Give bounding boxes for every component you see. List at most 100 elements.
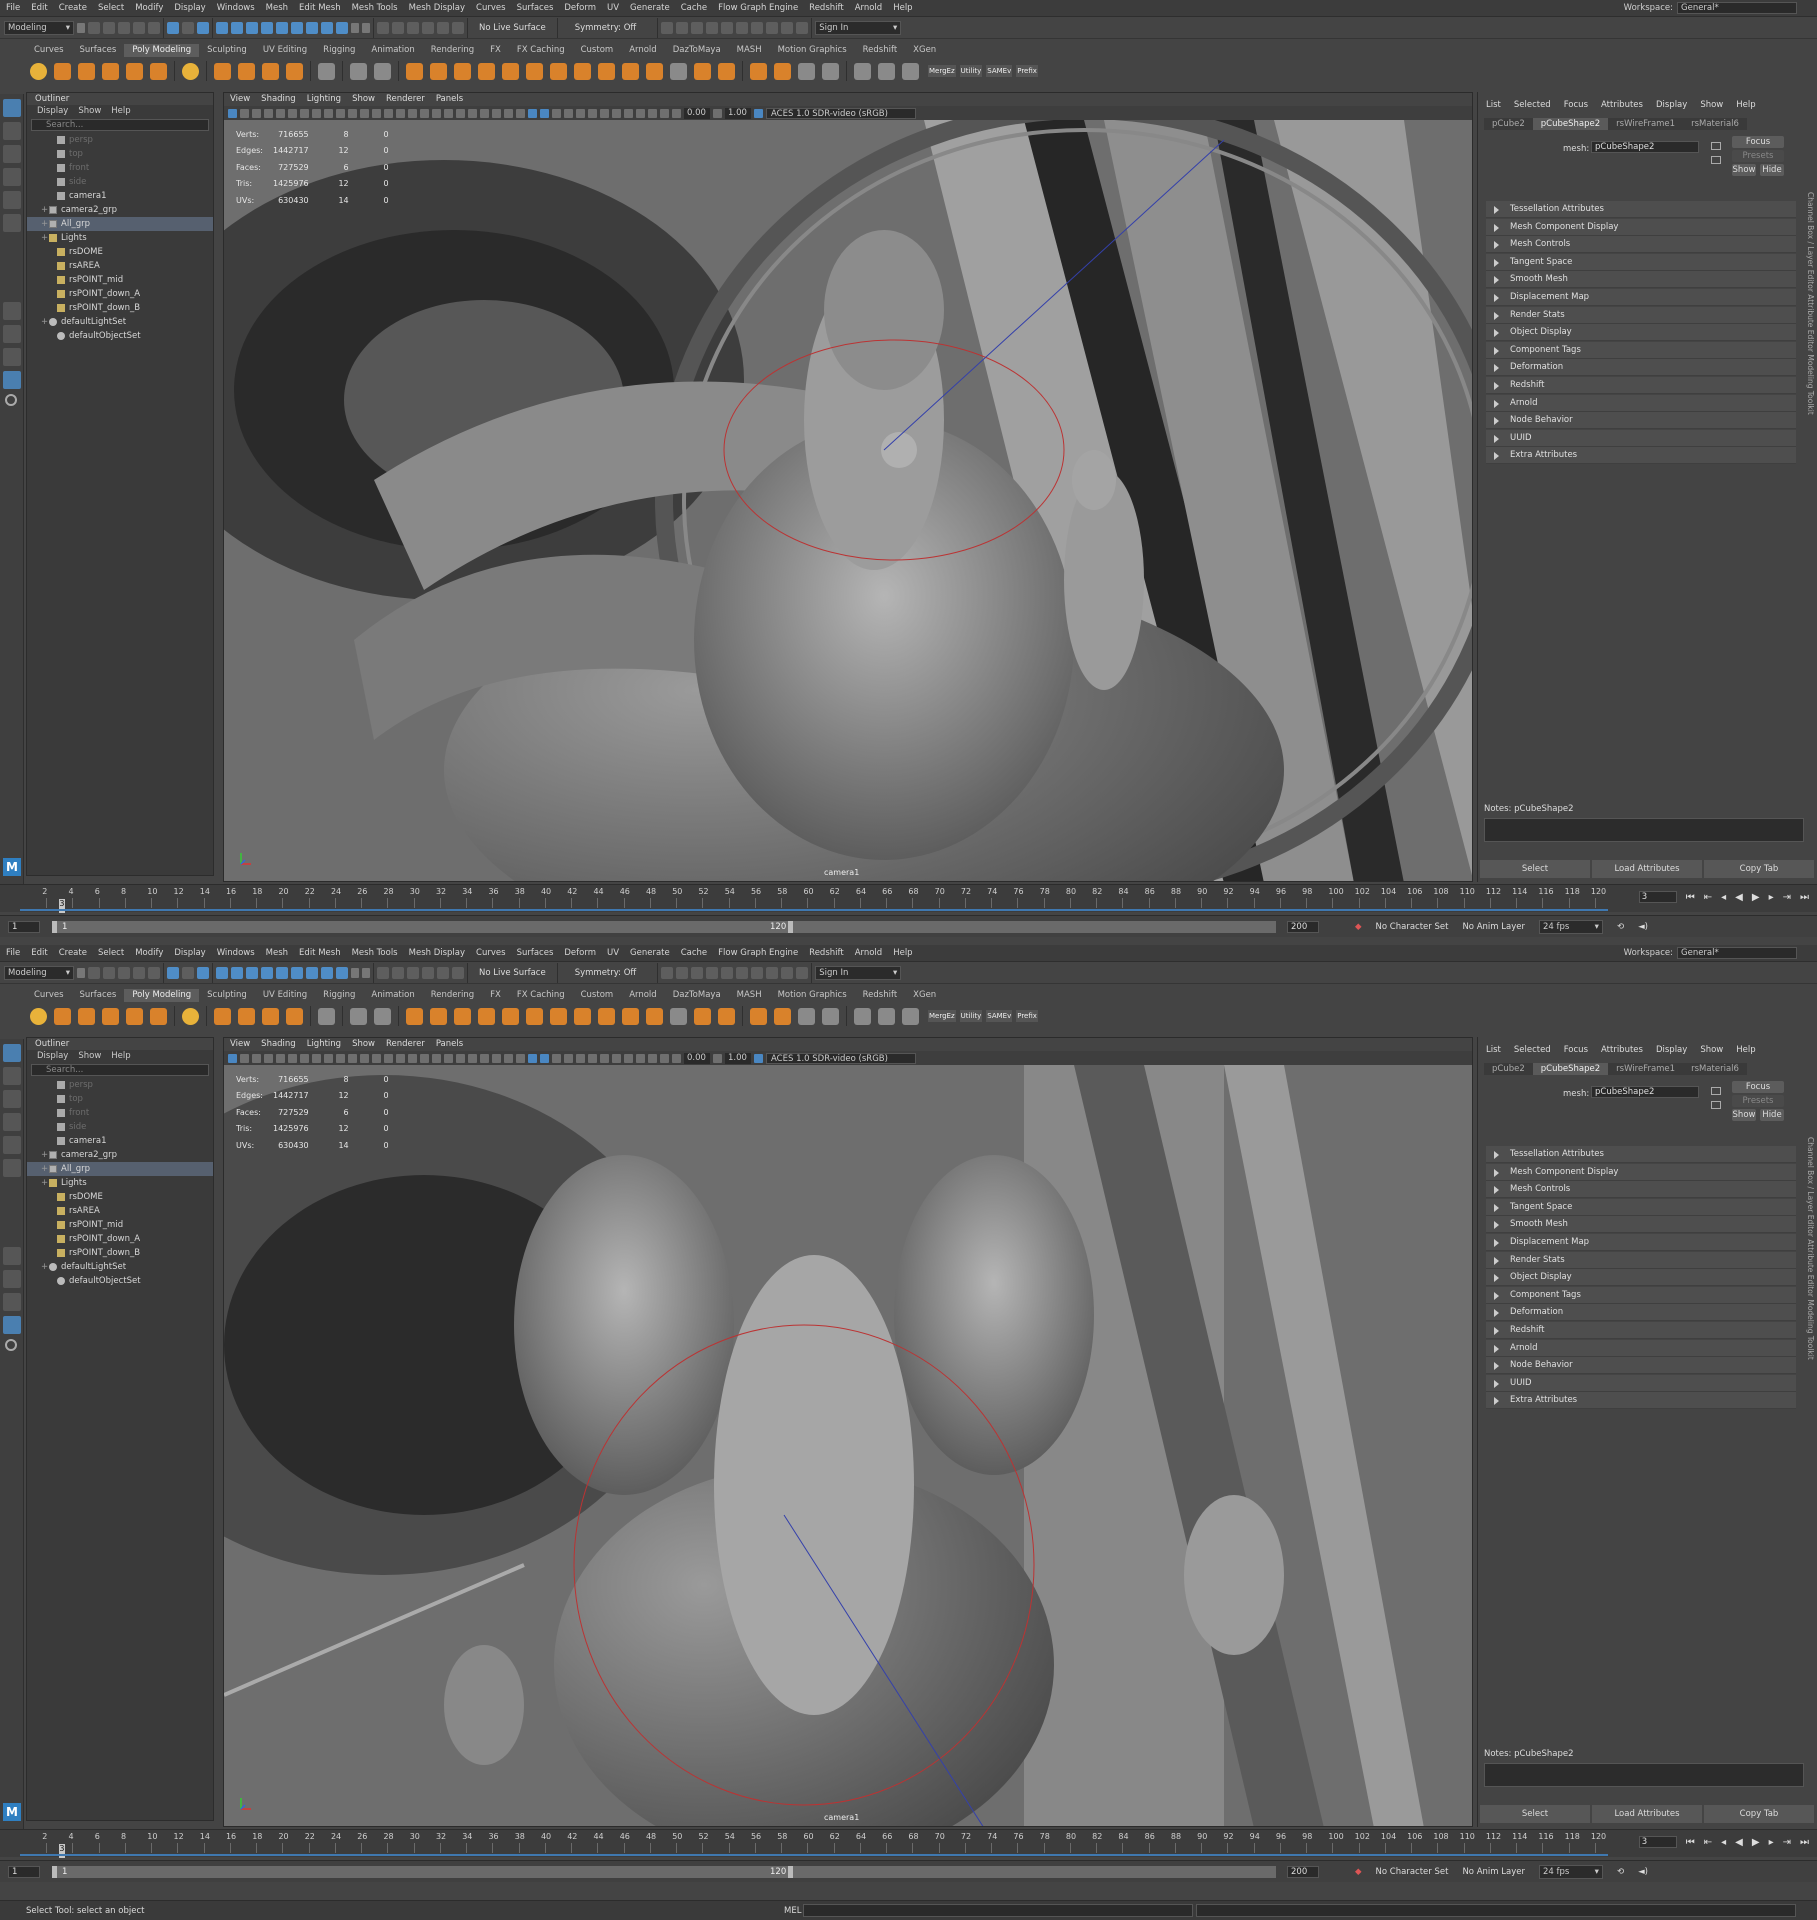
attr-section-mesh-component-display[interactable]: Mesh Component Display <box>1486 218 1796 236</box>
viewport-menu-renderer[interactable]: Renderer <box>386 93 425 106</box>
scale-tool-icon[interactable] <box>3 214 21 232</box>
shelf-tab-custom[interactable]: Custom <box>573 44 622 57</box>
viewport-scene[interactable] <box>224 120 1472 881</box>
menu-edit-mesh[interactable]: Edit Mesh <box>299 948 341 958</box>
attr-section-mesh-controls[interactable]: Mesh Controls <box>1486 1181 1796 1199</box>
menu-help[interactable]: Help <box>893 948 912 958</box>
shelf-tab-arnold[interactable]: Arnold <box>621 989 665 1002</box>
outliner-item-lights[interactable]: + Lights <box>27 1176 213 1190</box>
outliner-item-defaultobjectset[interactable]: defaultObjectSet <box>27 329 213 343</box>
play-backwards-icon[interactable]: ◀ <box>1735 892 1743 903</box>
outliner-item-rspoint-down-a[interactable]: rsPOINT_down_A <box>27 287 213 301</box>
super-shape-icon[interactable] <box>214 62 231 80</box>
planar-uv-icon[interactable] <box>694 62 711 80</box>
attr-menu-list[interactable]: List <box>1486 98 1501 112</box>
attr-section-extra-attributes[interactable]: Extra Attributes <box>1486 447 1796 465</box>
viewport-menu-view[interactable]: View <box>230 1038 250 1051</box>
step-back-key-icon[interactable]: ⇤ <box>1704 892 1712 903</box>
attr-section-tessellation-attributes[interactable]: Tessellation Attributes <box>1486 1146 1796 1163</box>
hypershade-icon[interactable] <box>902 1007 919 1025</box>
viewport-menu-show[interactable]: Show <box>352 1038 375 1051</box>
focus-button[interactable]: Focus <box>1732 136 1784 148</box>
pencil-icon[interactable] <box>854 1007 871 1025</box>
snap-grid-icon[interactable] <box>377 21 389 34</box>
viewport-menu-view[interactable]: View <box>230 93 250 106</box>
outline-icon[interactable] <box>822 1007 839 1025</box>
outliner-menu-show[interactable]: Show <box>78 105 101 117</box>
attr-section-tangent-space[interactable]: Tangent Space <box>1486 253 1796 271</box>
menu-mesh-display[interactable]: Mesh Display <box>409 948 465 958</box>
sound-icon[interactable]: ◄) <box>1638 1867 1648 1877</box>
disc-icon[interactable] <box>182 1007 199 1025</box>
select-button[interactable]: Select <box>1480 860 1590 878</box>
range-start-field[interactable]: 1 <box>8 1866 40 1878</box>
attr-menu-show[interactable]: Show <box>1700 98 1723 112</box>
combine-icon[interactable] <box>350 1007 367 1025</box>
shelf-tab-mash[interactable]: MASH <box>729 44 770 57</box>
shelf-tab-curves[interactable]: Curves <box>26 44 72 57</box>
load-attributes-button[interactable]: Load Attributes <box>1592 1805 1702 1823</box>
attr-tab-pcubeshape2[interactable]: pCubeShape2 <box>1532 1063 1609 1075</box>
attr-menu-list[interactable]: List <box>1486 1043 1501 1057</box>
step-back-key-icon[interactable]: ⇤ <box>1704 1837 1712 1848</box>
attr-menu-help[interactable]: Help <box>1736 1043 1755 1057</box>
go-to-end-icon[interactable]: ⏭ <box>1800 1837 1809 1848</box>
svg-icon[interactable] <box>286 1007 303 1025</box>
mirror-icon[interactable] <box>574 62 591 80</box>
shelf-tab-uv-editing[interactable]: UV Editing <box>255 44 315 57</box>
copy-tab-button[interactable]: Copy Tab <box>1704 1805 1814 1823</box>
smooth-icon[interactable] <box>550 1007 567 1025</box>
reduce-icon[interactable] <box>622 1007 639 1025</box>
delete-history-icon[interactable] <box>798 1007 815 1025</box>
side-by-side-icon[interactable] <box>3 1293 21 1311</box>
hide-button[interactable]: Hide <box>1760 164 1784 176</box>
cylinder-icon[interactable] <box>78 1007 95 1025</box>
outliner-item-camera2-grp[interactable]: + camera2_grp <box>27 203 213 217</box>
shelf-script-samev[interactable]: SAMEv <box>986 65 1013 77</box>
menu-uv[interactable]: UV <box>607 3 619 13</box>
outliner-item-defaultobjectset[interactable]: defaultObjectSet <box>27 1274 213 1288</box>
type-icon[interactable] <box>262 62 279 80</box>
menu-surfaces[interactable]: Surfaces <box>517 3 554 13</box>
super-shape-icon[interactable] <box>214 1007 231 1025</box>
go-to-input-icon[interactable] <box>1711 1087 1721 1095</box>
menu-mesh-tools[interactable]: Mesh Tools <box>352 948 398 958</box>
menu-windows[interactable]: Windows <box>217 3 255 13</box>
play-forwards-icon[interactable]: ▶ <box>1752 1837 1760 1848</box>
outliner-item-front[interactable]: front <box>27 161 213 175</box>
extrude-icon[interactable] <box>406 1007 423 1025</box>
separate-icon[interactable] <box>374 1007 391 1025</box>
outliner-item-rspoint-down-a[interactable]: rsPOINT_down_A <box>27 1232 213 1246</box>
mesh-name-field[interactable]: pCubeShape2 <box>1591 1086 1699 1098</box>
shelf-tab-mash[interactable]: MASH <box>729 989 770 1002</box>
plane-icon[interactable] <box>150 1007 167 1025</box>
menu-display[interactable]: Display <box>174 3 205 13</box>
attr-section-tangent-space[interactable]: Tangent Space <box>1486 1198 1796 1216</box>
range-start-field[interactable]: 1 <box>8 921 40 933</box>
auto-uv-icon[interactable] <box>718 1007 735 1025</box>
measure-icon[interactable] <box>878 1007 895 1025</box>
outliner-menu-display[interactable]: Display <box>37 1050 68 1062</box>
move-tool-icon[interactable] <box>3 168 21 186</box>
reduce-icon[interactable] <box>622 62 639 80</box>
delete-history-icon[interactable] <box>798 62 815 80</box>
cube-icon[interactable] <box>54 62 71 80</box>
viewport-menu-show[interactable]: Show <box>352 93 375 106</box>
outliner-layout-icon[interactable] <box>3 371 21 389</box>
outliner-item-camera2-grp[interactable]: + camera2_grp <box>27 1148 213 1162</box>
shelf-tab-poly-modeling[interactable]: Poly Modeling <box>124 989 200 1002</box>
attr-section-mesh-controls[interactable]: Mesh Controls <box>1486 236 1796 254</box>
attr-section-tessellation-attributes[interactable]: Tessellation Attributes <box>1486 201 1796 218</box>
attr-tab-pcube2[interactable]: pCube2 <box>1484 1063 1533 1075</box>
viewport-menu-panels[interactable]: Panels <box>436 93 463 106</box>
shelf-tab-daztomaya[interactable]: DazToMaya <box>665 44 729 57</box>
shelf-tab-fx-caching[interactable]: FX Caching <box>509 44 573 57</box>
attr-menu-help[interactable]: Help <box>1736 98 1755 112</box>
attr-section-deformation[interactable]: Deformation <box>1486 359 1796 377</box>
shelf-tab-motion-graphics[interactable]: Motion Graphics <box>770 44 855 57</box>
shelf-tab-rendering[interactable]: Rendering <box>423 44 482 57</box>
copy-tab-button[interactable]: Copy Tab <box>1704 860 1814 878</box>
time-slider[interactable]: 2 4 6 8 10 12 14 16 18 20 22 24 26 28 30 32 34 36 38 40 42 44… <box>0 884 1817 913</box>
outliner-item-persp[interactable]: persp <box>27 133 213 147</box>
outliner-item-defaultlightset[interactable]: + defaultLightSet <box>27 315 213 329</box>
